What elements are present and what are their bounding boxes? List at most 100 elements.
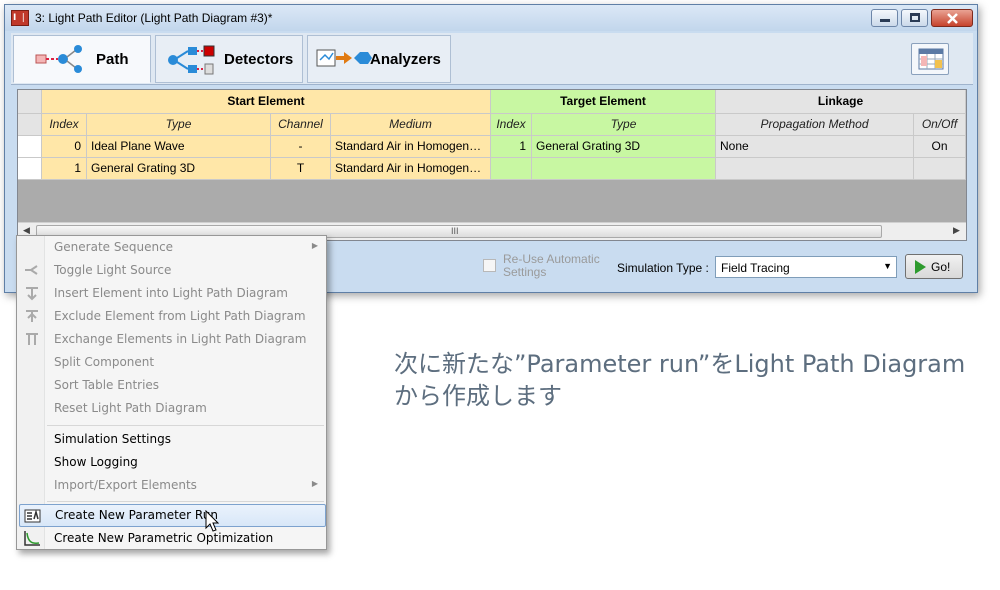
menu-item-import-export-elements[interactable]: Import/Export Elements ▶ bbox=[19, 474, 326, 497]
simulation-type-label: Simulation Type : bbox=[617, 261, 709, 275]
menu-item-show-logging[interactable]: Show Logging bbox=[19, 451, 326, 474]
col-header-on-off[interactable]: On/Off bbox=[914, 114, 966, 136]
cell-target-index[interactable]: 1 bbox=[491, 136, 532, 158]
col-header-target-type[interactable]: Type bbox=[532, 114, 716, 136]
menu-item-create-new-parameter-run[interactable]: Create New Parameter Run bbox=[19, 504, 326, 527]
menu-item-label: Insert Element into Light Path Diagram bbox=[54, 286, 288, 300]
analyzers-icon bbox=[316, 49, 372, 67]
window-title: 3: Light Path Editor (Light Path Diagram… bbox=[35, 11, 273, 25]
tab-detectors-label: Detectors bbox=[224, 51, 294, 68]
toggle-source-icon bbox=[25, 265, 38, 275]
menu-item-label: Create New Parameter Run bbox=[55, 508, 218, 522]
caption-line-2: から作成します bbox=[394, 382, 562, 410]
minimize-button[interactable] bbox=[871, 9, 898, 27]
menu-item-insert-element[interactable]: Insert Element into Light Path Diagram bbox=[19, 282, 326, 305]
tab-analyzers-label: Analyzers bbox=[370, 51, 441, 68]
light-path-table: Start Element Target Element Linkage Ind… bbox=[17, 89, 967, 241]
close-icon bbox=[947, 13, 958, 24]
menu-item-label: Reset Light Path Diagram bbox=[54, 401, 207, 415]
editor-toolbar: Path Detectors Analyzers bbox=[11, 33, 973, 85]
tab-path[interactable]: Path bbox=[13, 35, 151, 83]
cell-target-type[interactable] bbox=[532, 158, 716, 180]
menu-item-exchange-elements[interactable]: Exchange Elements in Light Path Diagram bbox=[19, 328, 326, 351]
row-header-corner bbox=[18, 90, 42, 114]
scroll-right-icon[interactable]: ▶ bbox=[953, 225, 960, 236]
menu-item-exclude-element[interactable]: Exclude Element from Light Path Diagram bbox=[19, 305, 326, 328]
reuse-settings-label: Re-Use Automatic Settings bbox=[503, 252, 600, 279]
cell-propagation-method[interactable] bbox=[716, 158, 914, 180]
detectors-icon bbox=[168, 45, 215, 75]
cell-on-off[interactable] bbox=[914, 158, 966, 180]
close-button[interactable] bbox=[931, 9, 973, 27]
col-header-type[interactable]: Type bbox=[87, 114, 271, 136]
tab-detectors[interactable]: Detectors bbox=[155, 35, 303, 83]
menu-item-label: Split Component bbox=[54, 355, 155, 369]
path-icon bbox=[35, 45, 82, 73]
group-target-element: Target Element bbox=[491, 90, 716, 114]
maximize-icon bbox=[910, 13, 920, 22]
menu-item-label: Create New Parametric Optimization bbox=[54, 531, 274, 545]
menu-item-label: Simulation Settings bbox=[54, 432, 171, 446]
row-selector[interactable] bbox=[18, 136, 42, 158]
table-settings-icon bbox=[918, 48, 944, 70]
menu-item-reset-light-path-diagram[interactable]: Reset Light Path Diagram bbox=[19, 397, 326, 420]
col-header-medium[interactable]: Medium bbox=[331, 114, 491, 136]
maximize-button[interactable] bbox=[901, 9, 928, 27]
submenu-arrow-icon: ▶ bbox=[311, 479, 318, 488]
table-empty-area bbox=[18, 180, 966, 222]
go-button[interactable]: Go! bbox=[905, 254, 963, 279]
menu-item-split-component[interactable]: Split Component bbox=[19, 351, 326, 374]
cell-medium[interactable]: Standard Air in Homogen… bbox=[331, 136, 491, 158]
submenu-arrow-icon: ▶ bbox=[311, 241, 318, 250]
row-selector[interactable] bbox=[18, 158, 42, 180]
cell-start-index[interactable]: 1 bbox=[42, 158, 87, 180]
insert-element-icon bbox=[26, 287, 38, 301]
title-bar[interactable]: I ❘ 3: Light Path Editor (Light Path Dia… bbox=[5, 5, 977, 31]
play-icon bbox=[915, 260, 926, 274]
cell-on-off[interactable]: On bbox=[914, 136, 966, 158]
menu-item-simulation-settings[interactable]: Simulation Settings bbox=[19, 428, 326, 451]
menu-item-label: Exclude Element from Light Path Diagram bbox=[54, 309, 306, 323]
cell-channel[interactable]: - bbox=[271, 136, 331, 158]
app-icon: I ❘ bbox=[11, 10, 29, 26]
cell-target-type[interactable]: General Grating 3D bbox=[532, 136, 716, 158]
cell-medium[interactable]: Standard Air in Homogen… bbox=[331, 158, 491, 180]
cell-start-index[interactable]: 0 bbox=[42, 136, 87, 158]
col-header-channel[interactable]: Channel bbox=[271, 114, 331, 136]
tab-analyzers[interactable]: Analyzers bbox=[307, 35, 451, 83]
col-header-index[interactable]: Index bbox=[42, 114, 87, 136]
table-settings-button[interactable] bbox=[911, 43, 949, 75]
cell-channel[interactable]: T bbox=[271, 158, 331, 180]
menu-item-label: Generate Sequence bbox=[54, 240, 174, 254]
chevron-down-icon: ▼ bbox=[883, 261, 892, 271]
menu-item-generate-sequence[interactable]: Generate Sequence ▶ bbox=[19, 236, 326, 259]
menu-item-label: Import/Export Elements bbox=[54, 478, 197, 492]
context-menu: Generate Sequence ▶ Toggle Light Source … bbox=[16, 235, 327, 550]
exclude-element-icon bbox=[26, 310, 38, 322]
menu-item-sort-table-entries[interactable]: Sort Table Entries bbox=[19, 374, 326, 397]
col-header-target-index[interactable]: Index bbox=[491, 114, 532, 136]
menu-separator bbox=[47, 425, 324, 426]
simulation-type-value: Field Tracing bbox=[721, 261, 790, 275]
menu-item-toggle-light-source[interactable]: Toggle Light Source bbox=[19, 259, 326, 282]
cell-start-type[interactable]: General Grating 3D bbox=[87, 158, 271, 180]
col-header-propagation-method[interactable]: Propagation Method bbox=[716, 114, 914, 136]
group-start-element: Start Element bbox=[42, 90, 491, 114]
cell-target-index[interactable] bbox=[491, 158, 532, 180]
simulation-type-select[interactable]: Field Tracing ▼ bbox=[715, 256, 897, 278]
parameter-run-icon bbox=[24, 509, 41, 523]
tab-path-label: Path bbox=[96, 51, 129, 68]
row-header bbox=[18, 114, 42, 136]
caption-text: 次に新たな”Parameter run”をLight Path Diagram … bbox=[394, 348, 994, 412]
cell-start-type[interactable]: Ideal Plane Wave bbox=[87, 136, 271, 158]
go-button-label: Go! bbox=[931, 260, 951, 274]
menu-item-label: Toggle Light Source bbox=[54, 263, 172, 277]
menu-item-label: Exchange Elements in Light Path Diagram bbox=[54, 332, 307, 346]
exchange-elements-icon bbox=[26, 333, 38, 345]
reuse-settings-checkbox[interactable] bbox=[483, 259, 496, 272]
minimize-icon bbox=[880, 19, 890, 22]
menu-item-label: Show Logging bbox=[54, 455, 138, 469]
menu-item-label: Sort Table Entries bbox=[54, 378, 160, 392]
cell-propagation-method[interactable]: None bbox=[716, 136, 914, 158]
menu-item-create-new-parametric-optimization[interactable]: Create New Parametric Optimization bbox=[19, 527, 326, 550]
